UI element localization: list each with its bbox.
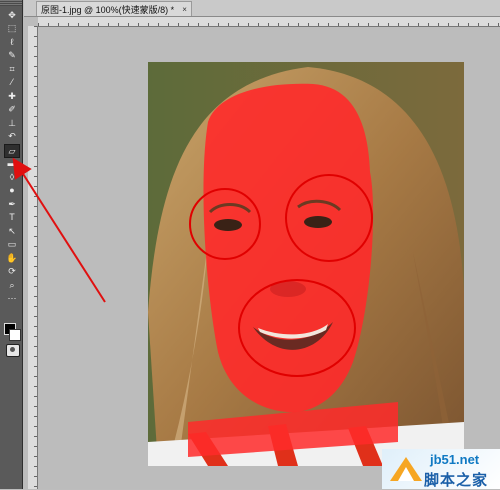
pointer-arrow	[12, 157, 106, 303]
jb51-logo-icon	[390, 457, 422, 481]
watermark: jb51.net 脚本之家	[382, 449, 500, 489]
watermark-site: jb51.net	[430, 452, 480, 467]
watermark-name: 脚本之家	[424, 471, 489, 489]
